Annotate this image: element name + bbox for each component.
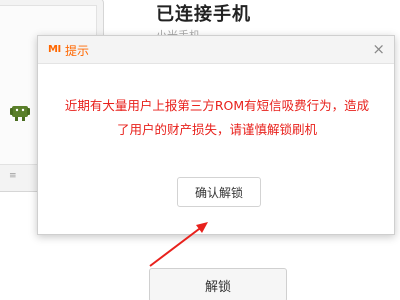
confirm-unlock-button[interactable]: 确认解锁 (177, 177, 261, 207)
mi-logo-icon: MI (48, 44, 61, 55)
screen: ≡ 已连接手机 小米手机 解锁 MI 提示 × 近期有大量用户上报第三方ROM有… (0, 0, 400, 300)
close-icon[interactable]: × (372, 40, 385, 58)
android-robot-icon (10, 106, 30, 121)
dialog-header: MI 提示 × (38, 36, 394, 64)
connection-status-title: 已连接手机 (156, 4, 251, 25)
warning-message: 近期有大量用户上报第三方ROM有短信吸费行为，造成了用户的财产损失，请谨慎解锁刷… (64, 98, 370, 137)
warning-dialog: MI 提示 × 近期有大量用户上报第三方ROM有短信吸费行为，造成了用户的财产损… (37, 35, 395, 235)
dialog-title: 提示 (65, 44, 90, 58)
unlock-button[interactable]: 解锁 (149, 268, 287, 300)
home-menu-icon: ≡ (9, 171, 17, 181)
